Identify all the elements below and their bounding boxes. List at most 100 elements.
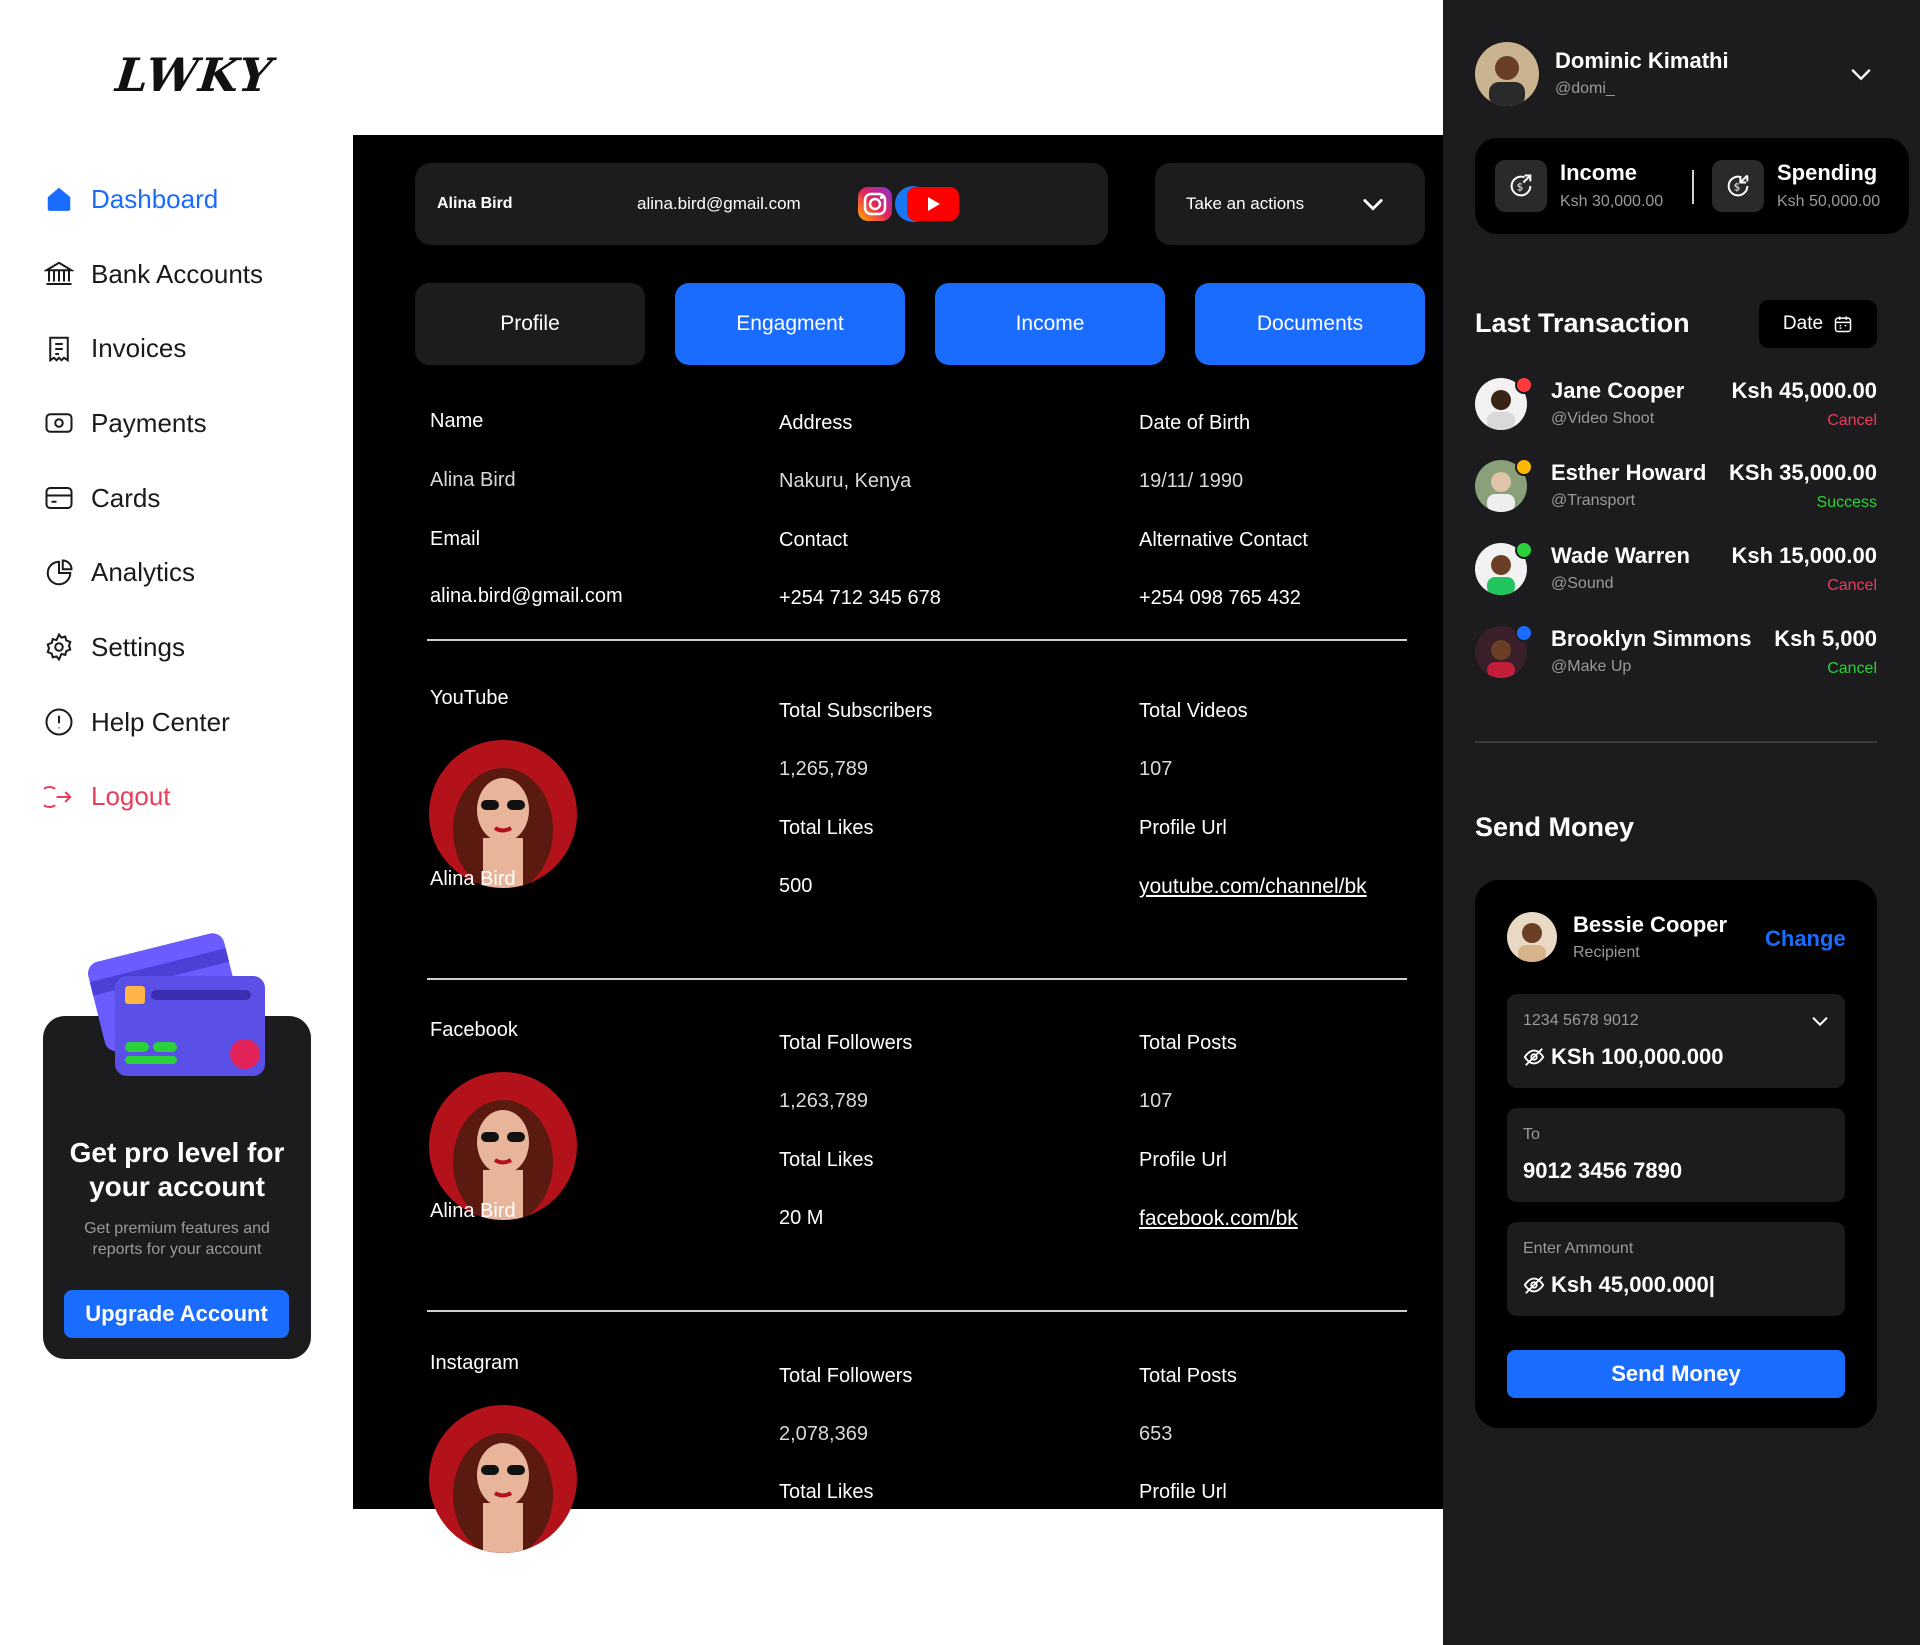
sidebar-item-settings[interactable]: Settings: [43, 610, 333, 685]
logout-icon: [43, 781, 75, 813]
transaction-row[interactable]: Esther Howard @Transport KSh 35,000.00 S…: [1475, 458, 1877, 520]
user-email: alina.bird@gmail.com: [637, 194, 801, 213]
avatar[interactable]: [1475, 42, 1539, 106]
sidebar-item-label: Cards: [91, 482, 161, 513]
to-label: To: [1523, 1126, 1540, 1143]
instagram-url-label: Profile Url: [1139, 1481, 1227, 1503]
facebook-stat3-label: Total Likes: [779, 1149, 874, 1171]
transaction-status: Cancel: [1827, 660, 1877, 677]
recipient-role: Recipient: [1573, 944, 1640, 961]
youtube-stat3-label: Total Likes: [779, 817, 874, 839]
sidebar-item-label: Bank Accounts: [91, 258, 263, 289]
spending-label: Spending: [1777, 160, 1878, 185]
sidebar-item-dashboard[interactable]: Dashboard: [43, 162, 333, 237]
instagram-icon[interactable]: [856, 185, 894, 223]
sidebar-item-payments[interactable]: Payments: [43, 386, 333, 461]
eye-off-icon[interactable]: [1523, 1046, 1545, 1068]
brand-logo[interactable]: LWKY: [113, 48, 275, 102]
youtube-profile-link[interactable]: youtube.com/channel/bk: [1139, 875, 1367, 899]
youtube-icon[interactable]: [906, 185, 960, 223]
to-account-field[interactable]: To 9012 3456 7890: [1507, 1108, 1845, 1202]
facebook-profile-link[interactable]: facebook.com/bk: [1139, 1207, 1298, 1231]
upgrade-account-button[interactable]: Upgrade Account: [64, 1290, 289, 1338]
sidebar-item-label: Dashboard: [91, 183, 219, 214]
home-icon: [43, 183, 75, 215]
credit-card-illustration-icon: [88, 933, 265, 1076]
sidebar-item-logout[interactable]: Logout: [43, 760, 333, 835]
amount-field[interactable]: Enter Ammount Ksh 45,000.000|: [1507, 1222, 1845, 1316]
instagram-stat1-label: Total Followers: [779, 1365, 913, 1387]
avatar: [1507, 912, 1557, 962]
sidebar-item-label: Invoices: [91, 333, 187, 364]
instagram-stat2-value: 653: [1139, 1423, 1173, 1445]
transaction-name: Wade Warren: [1551, 543, 1690, 568]
date-filter-button[interactable]: Date: [1759, 300, 1877, 348]
section-divider: [427, 639, 1407, 641]
info-icon: [43, 706, 75, 738]
tab-profile[interactable]: Profile: [415, 283, 645, 365]
income-icon: $: [1495, 160, 1547, 212]
instagram-section-title: Instagram: [430, 1352, 519, 1374]
youtube-url-label: Profile Url: [1139, 817, 1227, 839]
send-money-form: Bessie Cooper Recipient Change 1234 5678…: [1475, 880, 1877, 1428]
chevron-down-icon[interactable]: [1847, 60, 1875, 88]
youtube-section-title: YouTube: [430, 687, 509, 709]
source-account-select[interactable]: 1234 5678 9012 KSh 100,000.000: [1507, 994, 1845, 1088]
svg-text:$: $: [1517, 182, 1524, 194]
sidebar-item-invoices[interactable]: Invoices: [43, 311, 333, 386]
tab-income[interactable]: Income: [935, 283, 1165, 365]
sidebar-item-label: Payments: [91, 407, 207, 438]
youtube-stat2-value: 107: [1139, 758, 1173, 780]
pie-chart-icon: [43, 557, 75, 589]
transaction-row[interactable]: Brooklyn Simmons @Make Up Ksh 5,000 Canc…: [1475, 624, 1877, 686]
send-money-button[interactable]: Send Money: [1507, 1350, 1845, 1398]
facebook-section-title: Facebook: [430, 1019, 518, 1041]
transaction-name: Brooklyn Simmons: [1551, 626, 1752, 651]
transaction-row[interactable]: Jane Cooper @Video Shoot Ksh 45,000.00 C…: [1475, 376, 1877, 438]
youtube-stat1-value: 1,265,789: [779, 758, 868, 780]
spending-icon: $: [1712, 160, 1764, 212]
instagram-stat1-value: 2,078,369: [779, 1423, 868, 1445]
sidebar-item-label: Logout: [91, 781, 171, 812]
transaction-category: @Sound: [1551, 575, 1614, 592]
youtube-stat3-value: 500: [779, 875, 813, 897]
take-actions-dropdown[interactable]: Take an actions: [1155, 163, 1425, 245]
transaction-category: @Transport: [1551, 492, 1636, 509]
transaction-amount: KSh 35,000.00: [1729, 460, 1877, 485]
invoice-icon: [43, 333, 75, 365]
actions-label: Take an actions: [1186, 194, 1305, 213]
section-divider: [427, 978, 1407, 980]
sidebar-nav: Dashboard Bank Accounts Invoices Payment…: [43, 162, 333, 834]
sidebar-item-bank-accounts[interactable]: Bank Accounts: [43, 237, 333, 312]
youtube-owner-name: Alina Bird: [430, 868, 516, 890]
contact-value: +254 712 345 678: [779, 587, 941, 609]
dob-label: Date of Birth: [1139, 412, 1251, 434]
tab-engagement[interactable]: Engagment: [675, 283, 905, 365]
facebook-stat1-label: Total Followers: [779, 1032, 913, 1054]
change-recipient-link[interactable]: Change: [1765, 926, 1846, 952]
eye-off-icon[interactable]: [1523, 1274, 1545, 1296]
transaction-category: @Video Shoot: [1551, 410, 1655, 427]
source-balance: KSh 100,000.000: [1551, 1044, 1724, 1069]
calendar-icon: [1834, 316, 1852, 333]
income-value: Ksh 30,000.00: [1560, 193, 1664, 210]
wallet-panel: Dominic Kimathi @domi_ $ Income Ksh 30,0…: [1443, 0, 1920, 1645]
transaction-row[interactable]: Wade Warren @Sound Ksh 15,000.00 Cancel: [1475, 541, 1877, 603]
bank-icon: [43, 258, 75, 290]
tab-documents[interactable]: Documents: [1195, 283, 1425, 365]
alt-contact-label: Alternative Contact: [1139, 529, 1308, 551]
facebook-stat2-label: Total Posts: [1139, 1032, 1237, 1054]
user-name: Alina Bird: [437, 195, 513, 212]
sidebar-item-cards[interactable]: Cards: [43, 461, 333, 536]
income-label: Income: [1560, 160, 1638, 185]
gear-icon: [43, 631, 75, 663]
account-user-name: Dominic Kimathi: [1555, 48, 1729, 73]
source-account-number: 1234 5678 9012: [1523, 1012, 1639, 1029]
to-account-number: 9012 3456 7890: [1523, 1158, 1683, 1183]
amount-input[interactable]: Ksh 45,000.000|: [1551, 1272, 1715, 1298]
sidebar-item-label: Help Center: [91, 706, 230, 737]
sidebar-item-analytics[interactable]: Analytics: [43, 535, 333, 610]
youtube-avatar: [429, 740, 577, 888]
sidebar-item-help-center[interactable]: Help Center: [43, 685, 333, 760]
amount-value-row: Ksh 45,000.000|: [1523, 1272, 1715, 1298]
